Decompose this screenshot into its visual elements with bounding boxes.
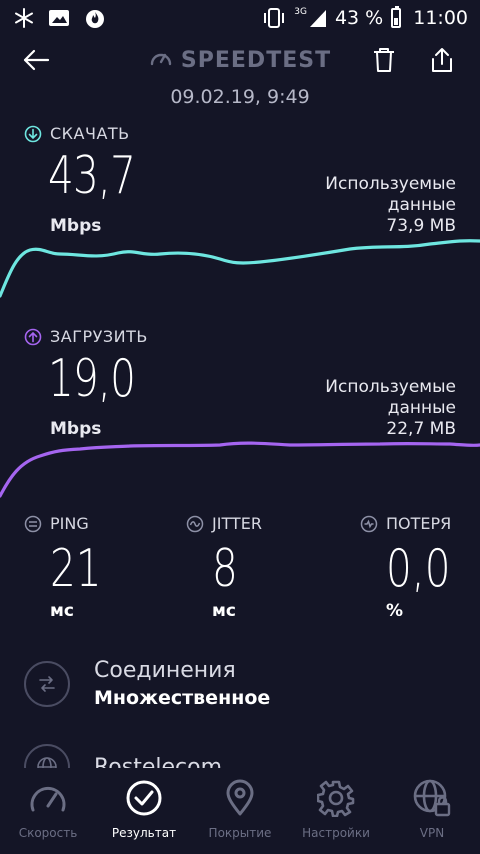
loss-value: 0,0 [386, 539, 451, 599]
download-speed-value: 43,7 [48, 146, 136, 206]
connections-value: Множественное [94, 687, 271, 709]
loss-metric: ПОТЕРЯ 0,0 % [360, 514, 469, 621]
map-pin-icon [226, 779, 254, 816]
connections-row: Соединения Множественное [24, 658, 270, 709]
upload-graph [0, 441, 480, 498]
upload-label-text: ЗАГРУЗИТЬ [50, 327, 148, 346]
nav-results[interactable]: Результат [96, 768, 192, 854]
jitter-label: JITTER [186, 514, 262, 533]
speedometer-icon [30, 787, 66, 812]
ping-value: 21 [50, 539, 102, 599]
image-icon [49, 10, 69, 26]
connections-icon-circle [24, 660, 70, 707]
download-data-used: Используемые данные 73,9 MB [325, 174, 456, 237]
loss-unit: % [386, 601, 404, 621]
ping-metric: PING 21 мс [24, 514, 116, 621]
vibrate-icon [264, 8, 285, 28]
jitter-value: 8 [212, 539, 238, 599]
snowflake-icon [15, 8, 33, 28]
packet-loss-icon [360, 515, 378, 532]
network-type: 3G [294, 7, 307, 17]
nav-speed[interactable]: Скорость [0, 768, 96, 854]
gear-icon [317, 780, 355, 817]
app-title-text: SPEEDTEST [180, 48, 332, 73]
battery-icon [391, 6, 402, 28]
status-bar: 3G 43 % 11:00 [0, 0, 480, 38]
upload-used-label-2: данные [387, 398, 456, 418]
connections-arrows-icon [39, 675, 55, 692]
ping-unit: мс [50, 601, 74, 621]
signal-icon [309, 10, 326, 27]
upload-arrow-icon [24, 328, 42, 345]
bottom-navigation: Скорость Результат Покрытие Настройки VP… [0, 768, 480, 854]
nav-speed-label: Скорость [18, 826, 78, 840]
flame-icon [86, 10, 104, 28]
ping-label-text: PING [50, 514, 89, 533]
app-title: SPEEDTEST [0, 48, 480, 74]
ping-label: PING [24, 514, 116, 533]
download-graph-line [0, 239, 480, 298]
download-used-label-1: Используемые [325, 174, 456, 194]
ping-icon [24, 515, 42, 532]
test-datetime: 09.02.19, 9:49 [170, 86, 310, 108]
download-arrow-icon [24, 125, 42, 142]
speedtest-gauge-icon [150, 53, 172, 66]
upload-data-used: Используемые данные 22,7 MB [325, 377, 456, 440]
share-icon [432, 48, 452, 72]
download-used-label-2: данные [387, 195, 456, 215]
jitter-unit: мс [212, 601, 236, 621]
battery-percent: 43 % [334, 7, 384, 29]
jitter-metric: JITTER 8 мс [186, 514, 262, 621]
trash-icon [374, 48, 394, 72]
nav-settings[interactable]: Настройки [288, 768, 384, 854]
connections-title: Соединения [94, 658, 236, 683]
clock: 11:00 [413, 7, 468, 29]
download-label-text: СКАЧАТЬ [50, 124, 130, 143]
upload-used-label-1: Используемые [325, 377, 456, 397]
check-circle-icon [126, 780, 162, 816]
loss-label-text: ПОТЕРЯ [386, 514, 452, 533]
nav-results-label: Результат [111, 826, 177, 840]
jitter-label-text: JITTER [212, 514, 262, 533]
download-label: СКАЧАТЬ [24, 124, 130, 143]
delete-button[interactable] [366, 42, 402, 78]
download-graph [0, 239, 480, 298]
jitter-icon [186, 515, 204, 532]
nav-coverage[interactable]: Покрытие [192, 768, 288, 854]
loss-label: ПОТЕРЯ [360, 514, 469, 533]
upload-graph-line [0, 441, 480, 498]
upload-speed-value: 19,0 [48, 349, 136, 409]
nav-vpn-label: VPN [419, 826, 445, 840]
upload-label: ЗАГРУЗИТЬ [24, 327, 148, 346]
nav-coverage-label: Покрытие [208, 826, 272, 840]
nav-settings-label: Настройки [302, 826, 370, 840]
vpn-globe-lock-icon [413, 779, 451, 817]
nav-vpn[interactable]: VPN [384, 768, 480, 854]
share-button[interactable] [424, 42, 460, 78]
